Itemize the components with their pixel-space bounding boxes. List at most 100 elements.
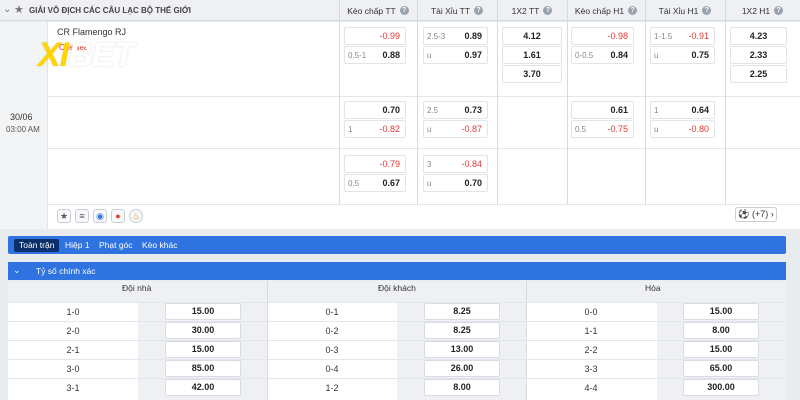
- info-icon[interactable]: ?: [474, 6, 484, 15]
- col-divider: [567, 0, 568, 204]
- match-time: 03:00 AM: [6, 125, 40, 134]
- odds-cell[interactable]: u 0.75: [650, 46, 715, 64]
- section-title: Tỷ số chính xác: [36, 266, 96, 276]
- star-icon[interactable]: ★: [14, 3, 24, 16]
- score-odds[interactable]: 85.00: [165, 360, 241, 377]
- odds-cell[interactable]: 0.5 -0.75: [571, 120, 634, 138]
- col-divider: [417, 0, 418, 204]
- odds-line: 1: [348, 125, 353, 134]
- score-odds[interactable]: 8.25: [424, 322, 500, 339]
- score-odds[interactable]: 8.00: [424, 379, 500, 396]
- odds-value: -0.82: [379, 124, 400, 134]
- odds-value: 2.33: [749, 50, 768, 60]
- odds-value: -0.79: [379, 159, 400, 169]
- odds-cell[interactable]: -0.98: [571, 27, 634, 45]
- odds-value: 0.73: [464, 105, 482, 115]
- odds-cell[interactable]: 1.61: [502, 46, 562, 64]
- score-odds[interactable]: 300.00: [683, 379, 759, 396]
- odds-value: -0.75: [607, 124, 628, 134]
- eye-icon[interactable]: ◉: [93, 209, 107, 223]
- odds-cell[interactable]: -0.79: [344, 155, 406, 173]
- table-divider: [8, 359, 786, 360]
- score-odds[interactable]: 15.00: [683, 341, 759, 358]
- score-label: 1-2: [325, 383, 339, 393]
- odds-cell[interactable]: 0.5 0.67: [344, 174, 406, 192]
- odds-cell[interactable]: 2.25: [730, 65, 787, 83]
- odds-value: 0.61: [610, 105, 628, 115]
- col-header-1x2-tt: 1X2 TT?: [497, 0, 567, 21]
- odds-cell[interactable]: 4.12: [502, 27, 562, 45]
- odds-cell[interactable]: 2.5 0.73: [423, 101, 488, 119]
- score-odds[interactable]: 8.00: [683, 322, 759, 339]
- odds-line: u: [427, 51, 432, 60]
- tab-other[interactable]: Kèo khác: [137, 239, 182, 252]
- odds-cell[interactable]: u 0.97: [423, 46, 488, 64]
- fire-icon[interactable]: ♨: [129, 209, 143, 223]
- score-odds[interactable]: 65.00: [683, 360, 759, 377]
- odds-cell[interactable]: 3 -0.84: [423, 155, 488, 173]
- league-title: GIẢI VÔ ĐỊCH CÁC CÂU LẠC BỘ THẾ GIỚI: [29, 6, 191, 15]
- odds-line: u: [427, 125, 432, 134]
- odds-cell[interactable]: 0.5-1 0.88: [344, 46, 406, 64]
- info-icon[interactable]: ?: [399, 6, 409, 15]
- odds-line: u: [427, 179, 432, 188]
- odds-value: 0.88: [382, 50, 400, 60]
- odds-cell[interactable]: u -0.80: [650, 120, 715, 138]
- odds-cell[interactable]: -0.99: [344, 27, 406, 45]
- odds-cell[interactable]: 4.23: [730, 27, 787, 45]
- col-header-1x2-h1: 1X2 H1?: [725, 0, 800, 21]
- score-odds[interactable]: 30.00: [165, 322, 241, 339]
- col-label: 1X2 TT: [511, 5, 540, 16]
- section-correct-score[interactable]: ⌄ Tỷ số chính xác: [8, 262, 786, 280]
- score-odds[interactable]: 13.00: [424, 341, 500, 358]
- odds-cell[interactable]: 1 -0.82: [344, 120, 406, 138]
- star-icon[interactable]: ★: [57, 209, 71, 223]
- more-markets-button[interactable]: ⚽ (+7) ›: [735, 207, 777, 222]
- info-icon[interactable]: ?: [774, 6, 784, 15]
- col-away: Đội khách: [378, 283, 416, 293]
- info-icon[interactable]: ?: [543, 6, 553, 15]
- score-odds[interactable]: 15.00: [683, 303, 759, 320]
- live-icon[interactable]: ●: [111, 209, 125, 223]
- info-icon[interactable]: ?: [628, 6, 638, 15]
- chevron-down-icon[interactable]: ⌄: [3, 4, 11, 15]
- odds-value: 0.70: [464, 178, 482, 188]
- col-divider: [645, 0, 646, 204]
- row-divider: [48, 148, 800, 149]
- odds-cell[interactable]: u -0.87: [423, 120, 488, 138]
- stats-icon[interactable]: ≡: [75, 209, 89, 223]
- odds-cell[interactable]: 0-0.5 0.84: [571, 46, 634, 64]
- odds-cell[interactable]: 2.33: [730, 46, 787, 64]
- chevron-down-icon[interactable]: ⌄: [13, 265, 21, 276]
- odds-line: 0.5-1: [348, 51, 367, 60]
- score-label: 0-3: [325, 345, 339, 355]
- score-odds[interactable]: 15.00: [165, 341, 241, 358]
- odds-value: 0.67: [382, 178, 400, 188]
- info-icon[interactable]: ?: [702, 6, 712, 15]
- match-date: 30/06: [10, 112, 33, 122]
- odds-cell[interactable]: u 0.70: [423, 174, 488, 192]
- odds-cell[interactable]: 1-1.5 -0.91: [650, 27, 715, 45]
- odds-cell[interactable]: 2.5-3 0.89: [423, 27, 488, 45]
- odds-value: -0.84: [461, 159, 482, 169]
- odds-cell[interactable]: 0.61: [571, 101, 634, 119]
- col-draw: Hòa: [645, 283, 661, 293]
- col-header-ou-h1: Tài Xỉu H1?: [645, 0, 725, 21]
- score-label: 0-4: [325, 364, 339, 374]
- score-odds[interactable]: 8.25: [424, 303, 500, 320]
- tab-full-match[interactable]: Toàn trận: [14, 239, 60, 252]
- col-header-hcp-h1: Kèo chấp H1?: [567, 0, 645, 21]
- odds-line: 0.5: [348, 179, 360, 188]
- tab-first-half[interactable]: Hiệp 1: [60, 239, 95, 252]
- odds-cell[interactable]: 1 0.64: [650, 101, 715, 119]
- odds-cell[interactable]: 0.70: [344, 101, 406, 119]
- tab-corners[interactable]: Phạt góc: [94, 239, 138, 252]
- score-odds[interactable]: 26.00: [424, 360, 500, 377]
- score-odds[interactable]: 42.00: [165, 379, 241, 396]
- table-divider: [8, 302, 786, 303]
- score-odds[interactable]: 15.00: [165, 303, 241, 320]
- odds-line: 2.5-3: [427, 32, 446, 41]
- logo-part: BET: [68, 36, 134, 74]
- odds-value: 0.89: [464, 31, 482, 41]
- odds-cell[interactable]: 3.70: [502, 65, 562, 83]
